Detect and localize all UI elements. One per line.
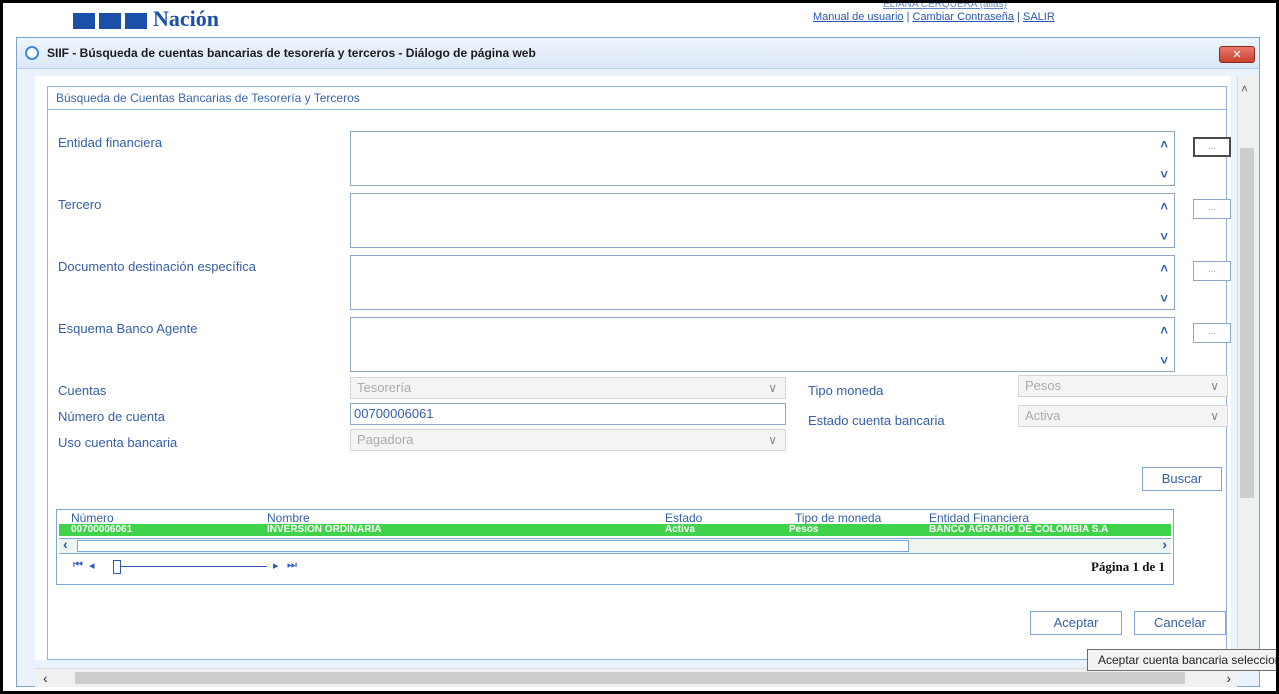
exit-link[interactable]: SALIR — [1023, 11, 1055, 23]
scroll-left-icon[interactable]: ‹ — [43, 670, 48, 686]
link-separator: | — [906, 11, 910, 23]
cuentas-value: Tesorería — [357, 380, 412, 395]
tipo-moneda-label: Tipo moneda — [808, 383, 884, 398]
col-header-numero[interactable]: Número — [71, 511, 114, 525]
col-header-estado[interactable]: Estado — [665, 511, 702, 525]
tercero-lookup-button[interactable]: ... — [1193, 199, 1231, 219]
numero-label: Número de cuenta — [58, 409, 165, 424]
tipo-moneda-value: Pesos — [1025, 378, 1062, 393]
change-password-link[interactable]: Cambiar Contraseña — [913, 11, 1015, 23]
top-links: ELIANA CERQUERA (alias) Manual de usuari… — [813, 0, 1055, 23]
page-indicator: Página 1 de 1 — [1090, 559, 1165, 574]
chevron-down-icon: ∨ — [768, 433, 777, 447]
uso-label: Uso cuenta bancaria — [58, 435, 178, 450]
esquema-field[interactable]: ˄ ˅ — [350, 317, 1175, 372]
estado-select[interactable]: Activa ∨ — [1018, 405, 1228, 427]
fieldset-legend: Búsqueda de Cuentas Bancarias de Tesorer… — [56, 91, 360, 105]
entidad-lookup-button[interactable]: ... — [1193, 137, 1231, 157]
documento-field[interactable]: ˄ ˅ — [350, 255, 1175, 310]
hscroll-thumb[interactable] — [75, 672, 1185, 684]
cuentas-select[interactable]: Tesorería ∨ — [350, 377, 786, 399]
tercero-field[interactable]: ˄ ˅ — [350, 193, 1175, 248]
first-page-icon[interactable]: ⏮ — [73, 559, 83, 572]
uso-select[interactable]: Pagadora ∨ — [350, 429, 786, 451]
buscar-button[interactable]: Buscar — [1142, 467, 1222, 491]
numero-input[interactable]: 00700006061 — [350, 403, 786, 425]
dialog-content: Búsqueda de Cuentas Bancarias de Tesorer… — [35, 76, 1231, 660]
grid-hscrollbar[interactable]: ‹ › — [59, 536, 1171, 554]
scroll-left-icon[interactable]: ‹ — [63, 536, 68, 552]
grid-scroll-thumb[interactable] — [77, 540, 909, 552]
search-dialog: SIIF - Búsqueda de cuentas bancarias de … — [16, 37, 1260, 687]
dialog-hscrollbar[interactable]: ‹ › — [35, 668, 1237, 687]
cell-estado: Activa — [665, 524, 696, 535]
siif-logo: Nación — [73, 6, 219, 31]
prev-page-icon[interactable]: ◂ — [89, 559, 95, 572]
cuentas-label: Cuentas — [58, 383, 107, 398]
link-separator: | — [1017, 11, 1020, 23]
search-fieldset: Búsqueda de Cuentas Bancarias de Tesorer… — [47, 86, 1231, 660]
cell-nombre: INVERSION ORDINARIA — [267, 524, 382, 535]
chevron-up-icon[interactable]: ˄ — [1160, 137, 1168, 152]
page-slider-track[interactable] — [117, 566, 267, 567]
results-grid: Número Nombre Estado Tipo de moneda Enti… — [56, 509, 1174, 585]
chevron-down-icon[interactable]: ˅ — [1160, 167, 1168, 182]
page-slider-thumb[interactable] — [113, 560, 121, 574]
chevron-down-icon: ∨ — [768, 381, 777, 395]
close-button[interactable]: ✕ — [1219, 46, 1255, 63]
table-row[interactable]: 00700006061 INVERSION ORDINARIA Activa P… — [59, 524, 1171, 536]
estado-value: Activa — [1025, 408, 1061, 423]
cell-numero: 00700006061 — [71, 524, 133, 535]
chevron-down-icon[interactable]: ˅ — [1160, 229, 1168, 244]
dialog-titlebar: SIIF - Búsqueda de cuentas bancarias de … — [17, 38, 1259, 69]
scroll-up-icon[interactable]: ˄ — [1241, 82, 1248, 96]
dialog-title: SIIF - Búsqueda de cuentas bancarias de … — [47, 46, 536, 60]
tipo-moneda-select[interactable]: Pesos ∨ — [1018, 375, 1228, 397]
chevron-down-icon[interactable]: ˅ — [1160, 353, 1168, 368]
logo-text: Nación — [153, 6, 219, 31]
esquema-lookup-button[interactable]: ... — [1193, 323, 1231, 343]
documento-lookup-button[interactable]: ... — [1193, 261, 1231, 281]
col-header-entidad[interactable]: Entidad Financiera — [929, 511, 1029, 525]
esquema-label: Esquema Banco Agente — [58, 321, 198, 336]
cell-tipo: Pesos — [789, 524, 819, 535]
logo-mark — [73, 13, 147, 29]
aceptar-button[interactable]: Aceptar — [1030, 611, 1122, 635]
chevron-up-icon[interactable]: ˄ — [1160, 323, 1168, 338]
col-header-nombre[interactable]: Nombre — [267, 511, 310, 525]
ie-icon — [25, 46, 39, 60]
legend-divider — [48, 109, 1226, 110]
col-header-tipo[interactable]: Tipo de moneda — [795, 511, 881, 525]
scroll-right-icon[interactable]: › — [1226, 670, 1231, 686]
scroll-right-icon[interactable]: › — [1162, 536, 1167, 552]
entidad-label: Entidad financiera — [58, 135, 163, 150]
user-name-truncated: ELIANA CERQUERA (alias) — [883, 0, 1007, 10]
uso-value: Pagadora — [357, 432, 414, 447]
chevron-up-icon[interactable]: ˄ — [1160, 199, 1168, 214]
cell-entidad: BANCO AGRARIO DE COLOMBIA S.A — [929, 524, 1109, 535]
chevron-down-icon: ∨ — [1210, 409, 1219, 423]
chevron-down-icon: ∨ — [1210, 379, 1219, 393]
grid-pager: ⏮ ◂ ▸ ⏭ Página 1 de 1 — [59, 556, 1171, 582]
documento-label: Documento destinación específica — [58, 259, 257, 274]
entidad-field[interactable]: ˄ ˅ — [350, 131, 1175, 186]
app-header: Nación ELIANA CERQUERA (alias) Manual de… — [3, 0, 1276, 39]
chevron-down-icon[interactable]: ˅ — [1160, 291, 1168, 306]
next-page-icon[interactable]: ▸ — [273, 559, 279, 572]
estado-label: Estado cuenta bancaria — [808, 413, 945, 428]
manual-link[interactable]: Manual de usuario — [813, 11, 904, 23]
aceptar-tooltip: Aceptar cuenta bancaria seleccionada — [1087, 649, 1279, 671]
chevron-up-icon[interactable]: ˄ — [1160, 261, 1168, 276]
tercero-label: Tercero — [58, 197, 102, 212]
last-page-icon[interactable]: ⏭ — [287, 559, 297, 572]
vscroll-thumb[interactable] — [1240, 148, 1254, 498]
dialog-vscrollbar[interactable]: ˄ ˅ — [1237, 76, 1256, 666]
cancelar-button[interactable]: Cancelar — [1134, 611, 1226, 635]
